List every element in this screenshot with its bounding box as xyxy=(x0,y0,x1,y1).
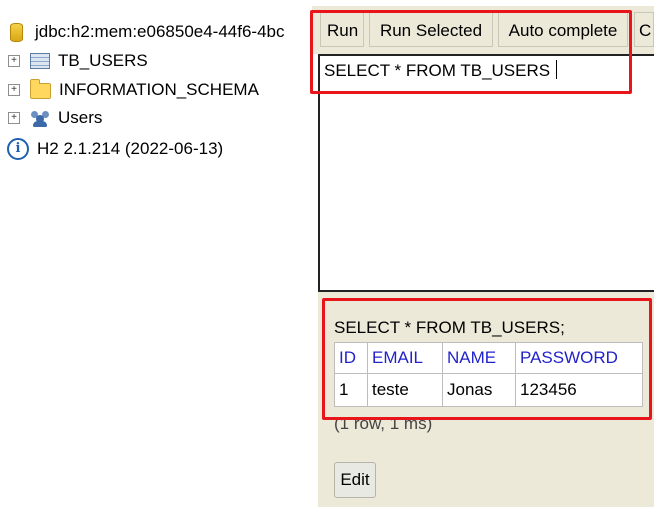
tree-item-label: TB_USERS xyxy=(58,51,148,70)
expand-icon[interactable]: + xyxy=(8,55,20,67)
folder-icon xyxy=(30,79,51,99)
tree-item-information-schema[interactable]: + INFORMATION_SCHEMA xyxy=(8,78,259,102)
schema-tree-panel: jdbc:h2:mem:e06850e4-44f6-4bc + TB_USERS… xyxy=(0,0,312,507)
database-icon xyxy=(10,22,23,42)
edit-button[interactable]: Edit xyxy=(334,462,376,498)
connection-label: jdbc:h2:mem:e06850e4-44f6-4bc xyxy=(35,22,285,41)
highlight-box-toolbar-editor xyxy=(310,10,632,94)
connection-node[interactable]: jdbc:h2:mem:e06850e4-44f6-4bc xyxy=(10,20,285,44)
info-icon: i xyxy=(7,138,29,160)
expand-icon[interactable]: + xyxy=(8,84,20,96)
version-label: H2 2.1.214 (2022-06-13) xyxy=(37,139,224,158)
users-icon xyxy=(30,109,50,127)
clear-button[interactable]: C xyxy=(634,12,654,47)
tree-item-tb-users[interactable]: + TB_USERS xyxy=(8,49,148,73)
tree-item-users[interactable]: + Users xyxy=(8,106,102,130)
highlight-box-results xyxy=(322,298,652,420)
version-info: i H2 2.1.214 (2022-06-13) xyxy=(7,137,223,161)
expand-icon[interactable]: + xyxy=(8,112,20,124)
table-icon xyxy=(30,53,50,69)
tree-item-label: Users xyxy=(58,108,103,127)
tree-item-label: INFORMATION_SCHEMA xyxy=(59,80,259,99)
